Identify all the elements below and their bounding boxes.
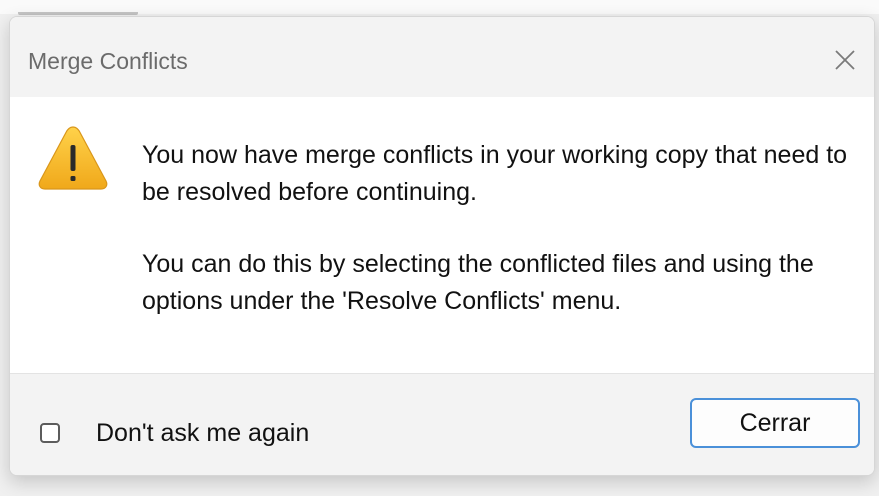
close-icon: [835, 50, 855, 70]
warning-icon: [38, 126, 108, 190]
dialog-titlebar: Merge Conflicts: [10, 17, 874, 97]
dialog-footer: Don't ask me again Cerrar: [10, 373, 874, 475]
dont-ask-again-option[interactable]: Don't ask me again: [40, 418, 309, 448]
message-paragraph-1: You now have merge conflicts in your wor…: [142, 141, 848, 206]
dont-ask-again-label: Don't ask me again: [96, 419, 310, 447]
dont-ask-again-checkbox[interactable]: [40, 423, 60, 443]
message-paragraph-2: You can do this by selecting the conflic…: [142, 250, 814, 315]
background-window-edge: [0, 0, 879, 15]
background-text-fragment: [18, 2, 138, 15]
dialog-title: Merge Conflicts: [28, 48, 188, 74]
titlebar-close-button[interactable]: [822, 37, 868, 83]
dialog-message: You now have merge conflicts in your wor…: [142, 137, 862, 320]
cerrar-button[interactable]: Cerrar: [690, 398, 860, 448]
merge-conflicts-dialog: Merge Conflicts You now have merge confl…: [9, 16, 875, 476]
dialog-content: You now have merge conflicts in your wor…: [10, 97, 874, 373]
